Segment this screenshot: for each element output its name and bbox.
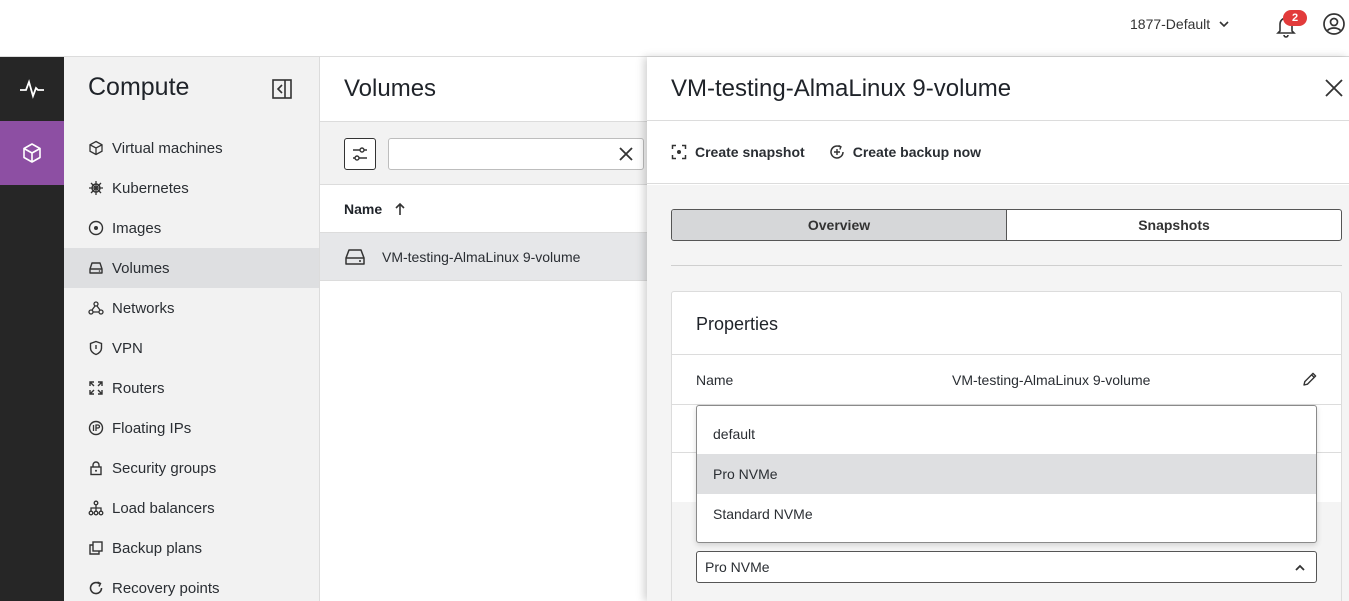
list-toolbar — [320, 121, 650, 185]
sidebar-item-label: Kubernetes — [112, 179, 189, 197]
volumes-list: Volumes Name VM-testing-AlmaLinux 9-volu… — [320, 57, 650, 601]
sidebar-item-networks[interactable]: Networks — [64, 288, 319, 328]
sidebar-item-label: Networks — [112, 299, 175, 317]
sidebar-item-label: Volumes — [112, 259, 170, 277]
router-icon — [89, 381, 103, 395]
sliders-icon — [353, 147, 367, 161]
option-standard-nvme[interactable]: Standard NVMe — [697, 494, 1316, 534]
tab-group: Overview Snapshots — [671, 209, 1342, 241]
storage-policy-value: Pro NVMe — [705, 559, 770, 575]
sidebar-item-label: Backup plans — [112, 539, 203, 557]
divider — [671, 265, 1342, 266]
divider — [672, 354, 1341, 355]
storage-policy-dropdown: default Pro NVMe Standard NVMe — [696, 405, 1317, 543]
property-label-name: Name — [696, 372, 734, 388]
sidebar-item-vpn[interactable]: VPN — [64, 328, 319, 368]
sidebar-item-kubernetes[interactable]: Kubernetes — [64, 168, 319, 208]
create-snapshot-button[interactable]: Create snapshot — [671, 144, 805, 160]
property-value-name: VM-testing-AlmaLinux 9-volume — [952, 372, 1151, 388]
backup-icon — [830, 144, 844, 159]
pulse-icon — [20, 79, 44, 99]
drive-icon — [345, 248, 365, 265]
sidebar-item-label: Load balancers — [112, 499, 215, 517]
copy-icon — [89, 541, 103, 555]
sidebar-item-virtual-machines[interactable]: Virtual machines — [64, 128, 319, 168]
sidebar-item-load-balancers[interactable]: Load balancers — [64, 488, 319, 528]
sidebar: Compute Virtual machines Kubernetes Imag… — [64, 57, 320, 601]
filter-button[interactable] — [344, 138, 376, 170]
tab-snapshots[interactable]: Snapshots — [1007, 210, 1341, 240]
collapse-sidebar-icon[interactable] — [271, 78, 293, 100]
arrow-up-icon — [395, 202, 405, 215]
rail-item-monitoring[interactable] — [0, 57, 64, 121]
sidebar-item-volumes[interactable]: Volumes — [64, 248, 319, 288]
sidebar-title: Compute — [88, 73, 190, 101]
sidebar-item-routers[interactable]: Routers — [64, 368, 319, 408]
sidebar-item-backup-plans[interactable]: Backup plans — [64, 528, 319, 568]
network-icon — [88, 301, 104, 315]
top-bar: 1877-Default 2 — [0, 0, 1349, 57]
panel-actions: Create snapshot Create backup now — [647, 120, 1349, 184]
drive-icon — [89, 262, 103, 274]
storage-policy-select[interactable]: Pro NVMe — [696, 551, 1317, 583]
app-rail — [0, 57, 64, 601]
create-backup-button[interactable]: Create backup now — [829, 144, 981, 160]
hierarchy-icon — [88, 500, 104, 516]
project-name: 1877-Default — [1130, 16, 1211, 32]
chevron-down-icon — [1219, 21, 1229, 28]
lock-icon — [90, 461, 102, 476]
sidebar-item-recovery-points[interactable]: Recovery points — [64, 568, 319, 601]
shield-icon — [89, 340, 103, 356]
table-row[interactable]: VM-testing-AlmaLinux 9-volume — [320, 233, 650, 281]
search-input[interactable] — [388, 138, 644, 170]
option-pro-nvme[interactable]: Pro NVMe — [697, 454, 1316, 494]
create-backup-label: Create backup now — [852, 144, 982, 160]
cube-icon — [23, 143, 41, 163]
sidebar-item-label: VPN — [112, 339, 143, 357]
close-icon[interactable] — [1323, 77, 1345, 99]
column-header-label: Name — [344, 200, 383, 217]
chevron-up-icon — [1295, 564, 1305, 571]
refresh-icon — [89, 581, 103, 595]
snapshot-icon — [671, 144, 687, 160]
sidebar-item-label: Floating IPs — [112, 419, 192, 437]
column-header-name[interactable]: Name — [320, 185, 650, 233]
option-default[interactable]: default — [697, 414, 1316, 454]
sidebar-item-floating-ips[interactable]: Floating IPs — [64, 408, 319, 448]
rail-item-compute[interactable] — [0, 121, 64, 185]
user-icon[interactable] — [1322, 12, 1346, 36]
cube-icon — [89, 140, 103, 156]
tab-overview[interactable]: Overview — [672, 210, 1007, 240]
pencil-icon[interactable] — [1302, 371, 1318, 387]
disc-icon — [88, 220, 104, 236]
notification-badge: 2 — [1283, 10, 1307, 26]
panel-title: VM-testing-AlmaLinux 9-volume — [671, 75, 1012, 102]
sidebar-item-label: Routers — [112, 379, 165, 397]
project-selector[interactable]: 1877-Default — [1130, 14, 1230, 34]
volume-name: VM-testing-AlmaLinux 9-volume — [382, 248, 581, 265]
sidebar-item-security-groups[interactable]: Security groups — [64, 448, 319, 488]
helm-icon — [89, 181, 103, 195]
page-title: Volumes — [344, 75, 437, 102]
sidebar-item-images[interactable]: Images — [64, 208, 319, 248]
ip-icon — [88, 420, 104, 436]
sidebar-item-label: Images — [112, 219, 162, 237]
properties-title: Properties — [696, 314, 779, 334]
close-icon[interactable] — [616, 144, 636, 164]
create-snapshot-label: Create snapshot — [695, 144, 805, 160]
sidebar-item-label: Security groups — [112, 459, 217, 477]
sidebar-item-label: Virtual machines — [112, 139, 223, 157]
sidebar-item-label: Recovery points — [112, 579, 220, 597]
